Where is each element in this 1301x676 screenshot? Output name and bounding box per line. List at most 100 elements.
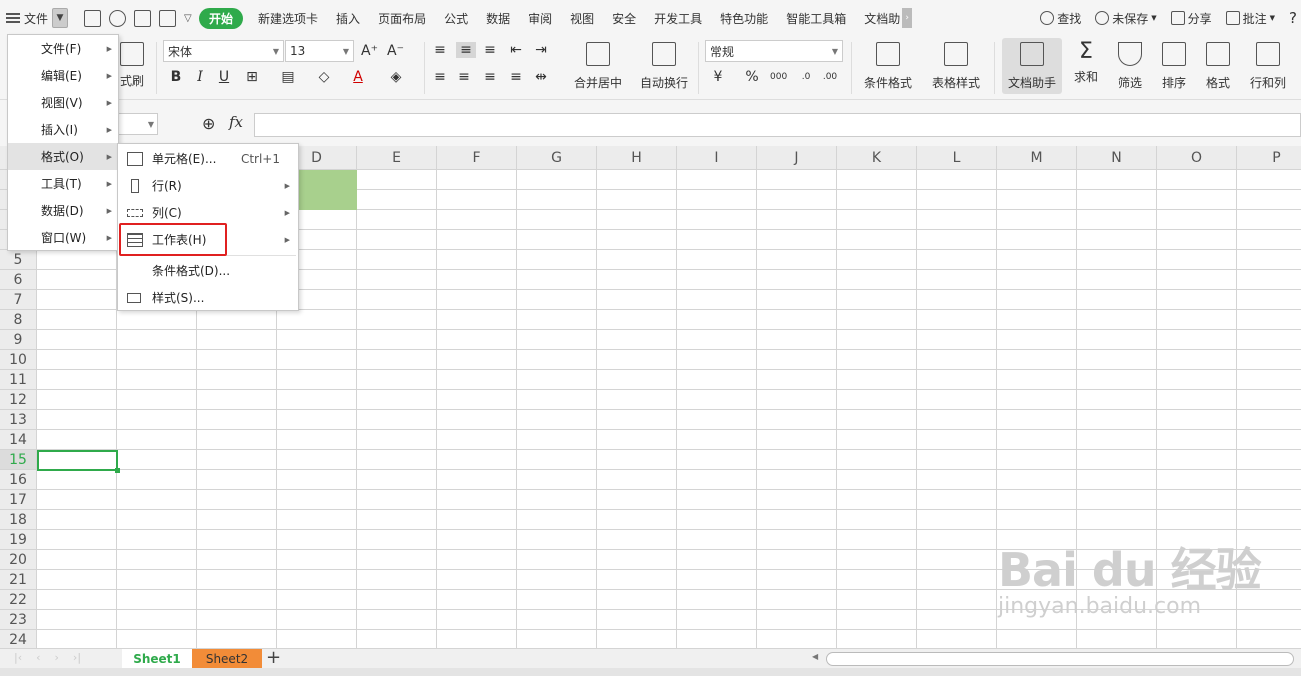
tab-doc-assistant[interactable]: 文档助 xyxy=(855,10,902,27)
font-size-select[interactable]: 13 ▼ xyxy=(285,40,354,62)
tab-formulas[interactable]: 公式 xyxy=(435,10,477,27)
row-header[interactable]: 23 xyxy=(0,610,37,630)
column-header[interactable]: K xyxy=(837,146,917,170)
increase-decimal-icon[interactable]: .0 xyxy=(798,69,814,85)
merge-center-button[interactable]: 合并居中 xyxy=(568,38,628,94)
tab-insert[interactable]: 插入 xyxy=(327,10,369,27)
clear-format-icon[interactable]: ◈ xyxy=(388,69,404,85)
format-button[interactable]: 格式 xyxy=(1196,38,1240,94)
scroll-left-icon[interactable]: ◀ xyxy=(812,652,818,661)
chevron-down-icon[interactable]: ▼ xyxy=(52,8,69,28)
align-center-icon[interactable]: ≡ xyxy=(456,69,472,85)
print-preview-icon[interactable] xyxy=(159,9,177,27)
tabs-scroll-right-icon[interactable]: › xyxy=(902,8,913,28)
sort-button[interactable]: 排序 xyxy=(1152,38,1196,94)
row-header[interactable]: 14 xyxy=(0,430,37,450)
row-header[interactable]: 21 xyxy=(0,570,37,590)
menu-item-view[interactable]: 视图(V) ▶ xyxy=(8,89,118,116)
align-bottom-icon[interactable]: ≡ xyxy=(482,42,498,58)
last-sheet-icon[interactable]: ›| xyxy=(73,651,81,664)
align-left-icon[interactable]: ≡ xyxy=(432,69,448,85)
tab-start[interactable]: 开始 xyxy=(199,7,244,29)
increase-font-icon[interactable]: A⁺ xyxy=(361,43,378,59)
thousands-icon[interactable]: 000 xyxy=(770,69,787,85)
tab-developer[interactable]: 开发工具 xyxy=(645,10,711,27)
help-icon[interactable]: ? xyxy=(1289,9,1297,27)
row-header[interactable]: 11 xyxy=(0,370,37,390)
align-right-icon[interactable]: ≡ xyxy=(482,69,498,85)
fill-pattern-icon[interactable]: ▤ xyxy=(280,69,296,85)
column-header[interactable]: P xyxy=(1237,146,1301,170)
fill-color-icon[interactable]: ◇ xyxy=(316,69,332,85)
distribute-icon[interactable]: ⇹ xyxy=(533,69,549,85)
print-icon[interactable] xyxy=(134,9,152,27)
row-header[interactable]: 7 xyxy=(0,290,37,310)
tab-view[interactable]: 视图 xyxy=(561,10,603,27)
number-format-select[interactable]: 常规 ▼ xyxy=(705,40,843,62)
tab-security[interactable]: 安全 xyxy=(603,10,645,27)
currency-icon[interactable]: ¥ xyxy=(710,69,726,85)
justify-icon[interactable]: ≡ xyxy=(508,69,524,85)
doc-assistant-button[interactable]: 文档助手 xyxy=(1002,38,1062,94)
font-name-select[interactable]: 宋体 ▼ xyxy=(163,40,284,62)
filter-button[interactable]: 筛选 xyxy=(1108,38,1152,94)
row-header[interactable]: 9 xyxy=(0,330,37,350)
row-header[interactable]: 13 xyxy=(0,410,37,430)
sum-button[interactable]: Σ 求和 xyxy=(1064,38,1108,94)
row-header[interactable]: 10 xyxy=(0,350,37,370)
sheet-tab-1[interactable]: Sheet1 xyxy=(122,649,192,669)
bold-icon[interactable]: B xyxy=(168,69,184,85)
column-header[interactable]: F xyxy=(437,146,517,170)
italic-icon[interactable]: I xyxy=(192,69,208,85)
row-header[interactable]: 12 xyxy=(0,390,37,410)
menu-item-tools[interactable]: 工具(T) ▶ xyxy=(8,170,118,197)
next-sheet-icon[interactable]: › xyxy=(55,651,59,664)
row-header[interactable]: 16 xyxy=(0,470,37,490)
tab-review[interactable]: 审阅 xyxy=(519,10,561,27)
sheet-tab-2[interactable]: Sheet2 xyxy=(192,649,262,669)
row-header[interactable]: 17 xyxy=(0,490,37,510)
unsaved-button[interactable]: 未保存 ▼ xyxy=(1095,10,1157,27)
border-icon[interactable]: ⊞ xyxy=(244,69,260,85)
zoom-icon[interactable]: ⊕ xyxy=(202,114,215,133)
share-button[interactable]: 分享 xyxy=(1170,10,1212,27)
menu-item-insert[interactable]: 插入(I) ▶ xyxy=(8,116,118,143)
align-top-icon[interactable]: ≡ xyxy=(432,42,448,58)
row-col-button[interactable]: 行和列 xyxy=(1242,38,1294,94)
row-header[interactable]: 24 xyxy=(0,630,37,648)
menu-item-edit[interactable]: 编辑(E) ▶ xyxy=(8,62,118,89)
tab-smart-tools[interactable]: 智能工具箱 xyxy=(777,10,855,27)
tab-page-layout[interactable]: 页面布局 xyxy=(369,10,435,27)
menu-item-file[interactable]: 文件(F) ▶ xyxy=(8,35,118,62)
row-header[interactable]: 19 xyxy=(0,530,37,550)
underline-icon[interactable]: U xyxy=(216,69,232,85)
name-box-dropdown[interactable]: ▼ xyxy=(118,113,158,135)
menu-item-data[interactable]: 数据(D) ▶ xyxy=(8,197,118,224)
add-sheet-icon[interactable]: + xyxy=(266,649,281,667)
decrease-font-icon[interactable]: A⁻ xyxy=(387,43,404,59)
column-header[interactable]: M xyxy=(997,146,1077,170)
row-header[interactable]: 18 xyxy=(0,510,37,530)
export-icon[interactable] xyxy=(109,9,127,27)
row-header[interactable]: 6 xyxy=(0,270,37,290)
column-header[interactable]: H xyxy=(597,146,677,170)
submenu-item-conditional-format[interactable]: 条件格式(D)... xyxy=(118,257,298,284)
increase-indent-icon[interactable]: ⇥ xyxy=(533,42,549,58)
column-header[interactable]: I xyxy=(677,146,757,170)
submenu-item-row[interactable]: 行(R) ▶ xyxy=(118,172,298,199)
table-style-button[interactable]: 表格样式 xyxy=(926,38,986,94)
submenu-item-cells[interactable]: 单元格(E)... Ctrl+1 xyxy=(118,145,298,172)
horizontal-scrollbar[interactable] xyxy=(826,652,1294,666)
customize-toolbar-icon[interactable]: ▽ xyxy=(184,13,193,24)
column-header[interactable]: N xyxy=(1077,146,1157,170)
fx-icon[interactable]: fx xyxy=(229,113,243,131)
column-header[interactable]: J xyxy=(757,146,837,170)
wrap-text-button[interactable]: 自动换行 xyxy=(634,38,694,94)
save-icon[interactable] xyxy=(84,9,102,27)
file-menu-button[interactable]: 文件 ▼ xyxy=(0,6,74,30)
decrease-indent-icon[interactable]: ⇤ xyxy=(508,42,524,58)
font-color-icon[interactable]: A xyxy=(350,69,366,85)
row-header[interactable]: 5 xyxy=(0,250,37,270)
active-cell[interactable] xyxy=(37,450,120,473)
submenu-item-column[interactable]: 列(C) ▶ xyxy=(118,199,298,226)
